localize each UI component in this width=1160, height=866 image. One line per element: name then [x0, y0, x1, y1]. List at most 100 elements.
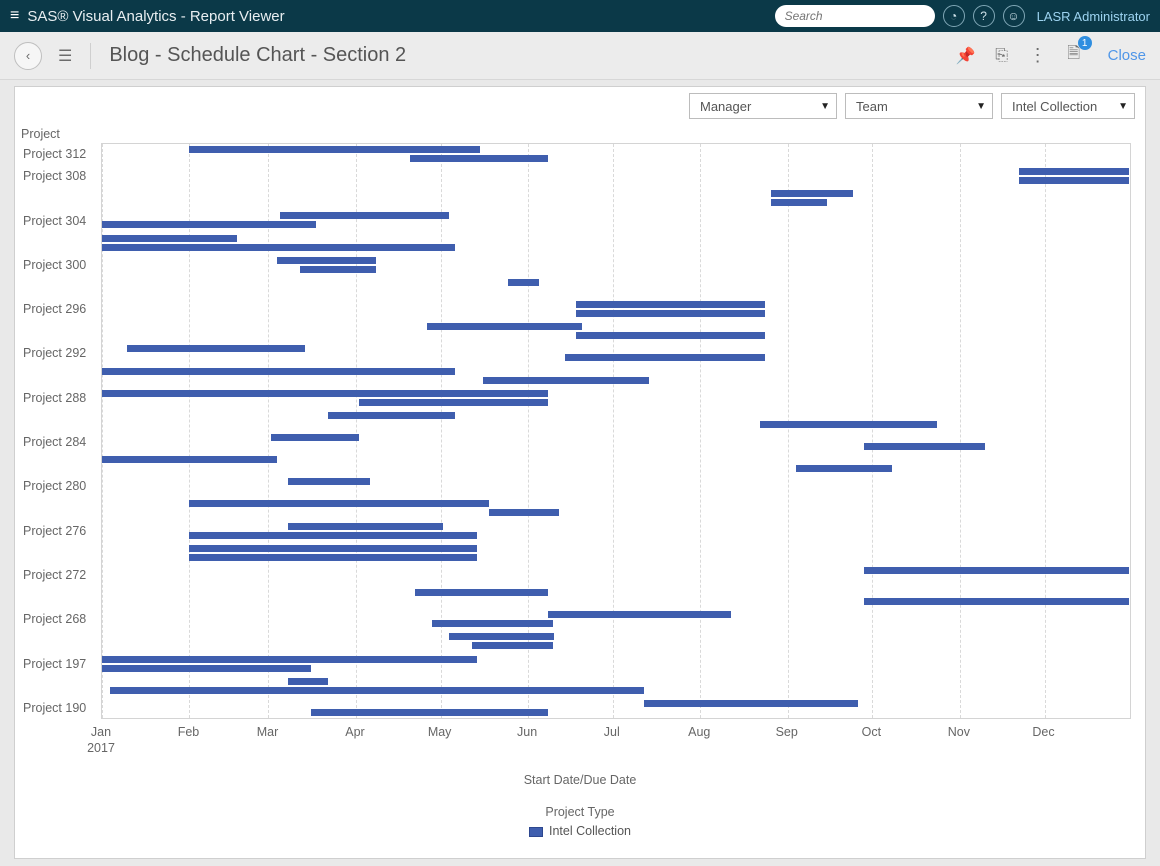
x-axis-title: Start Date/Due Date [21, 773, 1139, 787]
gantt-bar[interactable] [1019, 177, 1129, 184]
more-icon[interactable]: ⋮ [1026, 45, 1050, 66]
legend-swatch [529, 827, 543, 837]
gantt-bar[interactable] [760, 421, 938, 428]
chevron-down-icon: ▼ [810, 101, 830, 112]
gantt-bar[interactable] [864, 598, 1129, 605]
legend: Intel Collection [21, 824, 1139, 838]
gantt-bar[interactable] [644, 700, 858, 707]
gantt-bar[interactable] [483, 377, 649, 384]
gantt-bar[interactable] [102, 390, 548, 397]
manager-dropdown[interactable]: Manager ▼ [689, 93, 837, 119]
gantt-bar[interactable] [288, 523, 443, 530]
comments-badge: 1 [1078, 36, 1092, 50]
gantt-bar[interactable] [449, 633, 553, 640]
gantt-bar[interactable] [576, 332, 765, 339]
gantt-bar[interactable] [432, 620, 553, 627]
gridline [613, 144, 614, 718]
report-title: Blog - Schedule Chart - Section 2 [109, 44, 406, 67]
gridline [268, 144, 269, 718]
gantt-bar[interactable] [565, 354, 765, 361]
gantt-bar[interactable] [102, 368, 455, 375]
gantt-bar[interactable] [576, 301, 765, 308]
x-tick-label: Aug [688, 725, 710, 739]
gantt-bar[interactable] [288, 478, 370, 485]
gantt-bar[interactable] [548, 611, 731, 618]
filter-bar: Manager ▼ Team▼ Intel Collection▼ [689, 93, 1135, 119]
gantt-bar[interactable] [102, 221, 316, 228]
gantt-bar[interactable] [771, 190, 853, 197]
gridline [189, 144, 190, 718]
y-tick-label: Project 197 [21, 657, 99, 671]
gantt-bar[interactable] [328, 412, 455, 419]
gantt-bar[interactable] [508, 279, 539, 286]
gantt-bar[interactable] [102, 656, 477, 663]
user-name[interactable]: LASR Administrator [1037, 9, 1150, 24]
gantt-bar[interactable] [311, 709, 548, 716]
gantt-bar[interactable] [189, 554, 477, 561]
user-icon[interactable]: ☺ [1003, 5, 1025, 27]
gantt-bar[interactable] [110, 687, 643, 694]
gridline [528, 144, 529, 718]
y-tick-label: Project 268 [21, 612, 99, 626]
gantt-bar[interactable] [864, 567, 1129, 574]
x-year-label: 2017 [87, 741, 115, 755]
gantt-bar[interactable] [277, 257, 376, 264]
schedule-chart: Project Start Date/Due Date Project Type… [21, 127, 1139, 848]
gantt-bar[interactable] [1019, 168, 1129, 175]
menu-icon[interactable]: ≡ [10, 7, 19, 25]
y-tick-label: Project 308 [21, 169, 99, 183]
gantt-bar[interactable] [864, 443, 985, 450]
search-input[interactable] [783, 8, 944, 24]
gridline [1045, 144, 1046, 718]
y-tick-label: Project 292 [21, 346, 99, 360]
outline-icon[interactable]: ☰ [58, 46, 72, 66]
x-tick-label: Apr [345, 725, 364, 739]
gantt-bar[interactable] [300, 266, 376, 273]
gantt-bar[interactable] [489, 509, 560, 516]
chevron-down-icon: ▼ [966, 101, 986, 112]
y-tick-label: Project 190 [21, 701, 99, 715]
gantt-bar[interactable] [415, 589, 548, 596]
plot-area[interactable] [101, 143, 1131, 719]
project-type-dropdown[interactable]: Intel Collection▼ [1001, 93, 1135, 119]
gantt-bar[interactable] [576, 310, 765, 317]
x-tick-label: Nov [948, 725, 970, 739]
back-button[interactable]: ‹ [14, 42, 42, 70]
gantt-bar[interactable] [102, 456, 277, 463]
report-canvas: Manager▼ Team▼ Intel Collection▼ Project… [14, 86, 1146, 859]
gantt-bar[interactable] [189, 545, 477, 552]
gantt-bar[interactable] [189, 500, 488, 507]
gantt-bar[interactable] [189, 532, 477, 539]
gantt-bar[interactable] [410, 155, 548, 162]
app-title: SAS® Visual Analytics - Report Viewer [27, 8, 284, 25]
x-tick-label: Mar [257, 725, 279, 739]
alerts-icon[interactable]: ◔ [943, 5, 965, 27]
gantt-bar[interactable] [796, 465, 892, 472]
gantt-bar[interactable] [102, 665, 311, 672]
gantt-bar[interactable] [472, 642, 554, 649]
gantt-bar[interactable] [771, 199, 827, 206]
gridline [356, 144, 357, 718]
gantt-bar[interactable] [189, 146, 480, 153]
pin-icon[interactable]: 📌 [954, 46, 978, 66]
manager-dropdown-label: Manager [700, 99, 751, 114]
gridline [700, 144, 701, 718]
gantt-bar[interactable] [271, 434, 358, 441]
gridline [960, 144, 961, 718]
y-axis-title: Project [21, 127, 60, 141]
comments-icon[interactable]: 🗎 1 [1062, 42, 1086, 69]
gantt-bar[interactable] [127, 345, 305, 352]
close-button[interactable]: Close [1108, 47, 1146, 64]
gridline [788, 144, 789, 718]
help-icon[interactable]: ? [973, 5, 995, 27]
search-box[interactable]: ⌕ [775, 5, 935, 27]
y-tick-label: Project 284 [21, 435, 99, 449]
export-icon[interactable]: ⎘ [990, 47, 1014, 65]
gantt-bar[interactable] [102, 244, 455, 251]
gantt-bar[interactable] [288, 678, 328, 685]
gantt-bar[interactable] [102, 235, 237, 242]
team-dropdown[interactable]: Team▼ [845, 93, 993, 119]
gantt-bar[interactable] [280, 212, 449, 219]
gantt-bar[interactable] [427, 323, 582, 330]
gantt-bar[interactable] [359, 399, 548, 406]
